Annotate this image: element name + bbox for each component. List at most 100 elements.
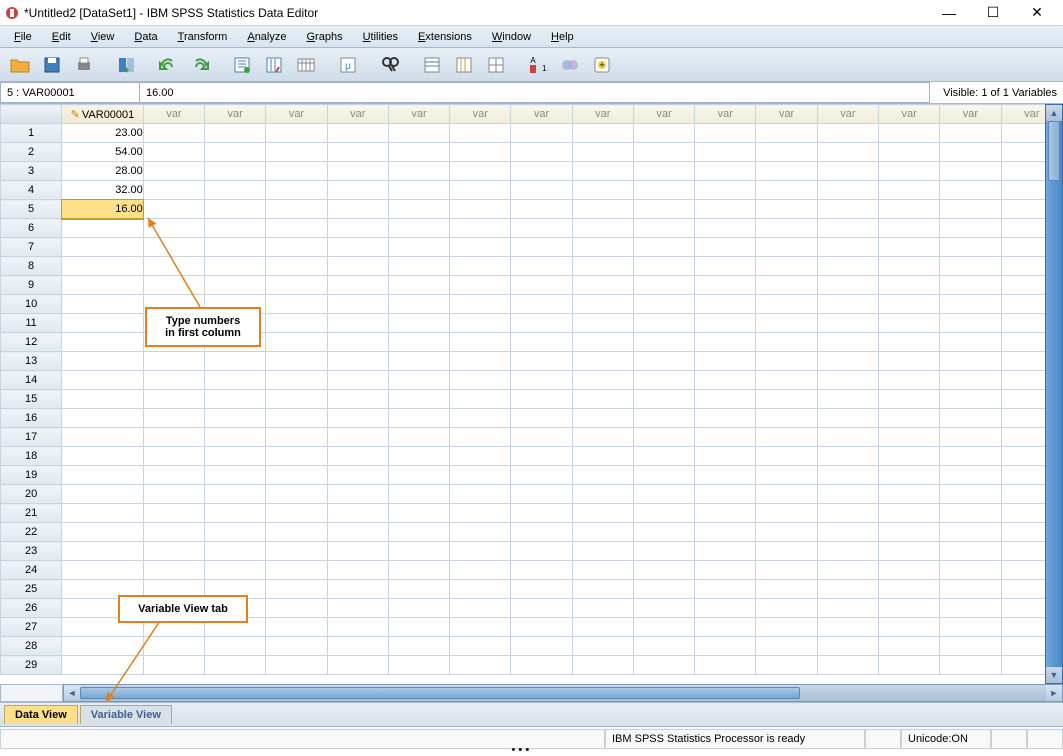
data-cell[interactable] [511,390,572,409]
data-cell[interactable]: 32.00 [62,181,144,200]
data-cell[interactable] [388,637,449,656]
data-cell[interactable] [388,561,449,580]
data-cell[interactable] [327,314,388,333]
data-cell[interactable] [205,238,266,257]
data-cell[interactable] [511,504,572,523]
row-header[interactable]: 26 [1,599,62,618]
goto-variable-icon[interactable] [260,51,288,79]
column-header-empty[interactable]: var [756,105,817,124]
data-cell[interactable] [817,447,878,466]
data-cell[interactable] [633,409,694,428]
data-cell[interactable] [756,542,817,561]
data-cell[interactable] [450,257,511,276]
column-header-empty[interactable]: var [388,105,449,124]
cell-value-box[interactable]: 16.00 [140,82,930,103]
data-cell[interactable] [450,219,511,238]
data-cell[interactable] [695,295,756,314]
menu-data[interactable]: Data [124,28,167,46]
data-cell[interactable] [695,409,756,428]
data-cell[interactable] [266,352,327,371]
data-cell[interactable] [940,143,1001,162]
split-file-icon[interactable] [482,51,510,79]
data-cell[interactable] [756,409,817,428]
data-cell[interactable] [327,409,388,428]
row-header[interactable]: 9 [1,276,62,295]
data-cell[interactable] [633,580,694,599]
data-cell[interactable] [205,523,266,542]
data-cell[interactable] [940,447,1001,466]
data-cell[interactable] [62,333,144,352]
data-cell[interactable] [940,656,1001,675]
data-cell[interactable] [266,504,327,523]
row-header[interactable]: 23 [1,542,62,561]
data-cell[interactable] [756,238,817,257]
data-cell[interactable] [695,162,756,181]
data-cell[interactable] [756,257,817,276]
data-cell[interactable] [143,542,204,561]
data-cell[interactable] [143,162,204,181]
data-cell[interactable] [511,561,572,580]
data-cell[interactable] [817,238,878,257]
data-cell[interactable] [266,542,327,561]
data-cell[interactable] [572,447,633,466]
menu-help[interactable]: Help [541,28,584,46]
data-cell[interactable] [756,295,817,314]
data-cell[interactable] [817,124,878,143]
data-cell[interactable] [327,200,388,219]
data-cell[interactable] [817,143,878,162]
data-cell[interactable] [511,200,572,219]
tab-data-view[interactable]: Data View [4,705,78,724]
data-cell[interactable] [327,219,388,238]
data-cell[interactable] [388,485,449,504]
data-cell[interactable] [388,143,449,162]
data-cell[interactable] [572,580,633,599]
data-cell[interactable] [695,124,756,143]
data-cell[interactable] [266,409,327,428]
data-cell[interactable] [266,371,327,390]
data-cell[interactable] [62,276,144,295]
horizontal-scrollbar[interactable]: ◄ ► [63,684,1063,702]
data-cell[interactable] [878,447,939,466]
data-cell[interactable] [817,276,878,295]
data-cell[interactable] [266,618,327,637]
scroll-up-arrow[interactable]: ▲ [1046,105,1062,121]
row-header[interactable]: 5 [1,200,62,219]
data-cell[interactable] [327,352,388,371]
data-cell[interactable] [878,219,939,238]
data-cell[interactable] [266,257,327,276]
data-cell[interactable] [756,314,817,333]
data-cell[interactable] [327,295,388,314]
data-cell[interactable] [266,276,327,295]
grid-corner[interactable] [1,105,62,124]
data-cell[interactable] [572,257,633,276]
data-cell[interactable] [388,333,449,352]
menu-graphs[interactable]: Graphs [296,28,352,46]
maximize-button[interactable]: ☐ [971,0,1015,26]
data-cell[interactable] [633,371,694,390]
data-cell[interactable] [756,390,817,409]
data-cell[interactable] [511,124,572,143]
data-cell[interactable] [143,276,204,295]
data-cell[interactable] [511,523,572,542]
row-header[interactable]: 3 [1,162,62,181]
data-cell[interactable] [327,276,388,295]
data-cell[interactable] [62,295,144,314]
data-cell[interactable] [572,314,633,333]
data-cell[interactable] [388,371,449,390]
row-header[interactable]: 15 [1,390,62,409]
row-header[interactable]: 25 [1,580,62,599]
data-cell[interactable] [266,466,327,485]
data-cell[interactable] [695,618,756,637]
data-cell[interactable] [572,371,633,390]
data-cell[interactable] [143,371,204,390]
data-cell[interactable] [633,181,694,200]
data-cell[interactable] [388,314,449,333]
data-cell[interactable] [940,219,1001,238]
data-cell[interactable] [205,656,266,675]
data-cell[interactable] [572,523,633,542]
data-cell[interactable] [756,428,817,447]
data-cell[interactable] [756,124,817,143]
data-cell[interactable] [511,314,572,333]
data-cell[interactable] [878,504,939,523]
data-cell[interactable] [817,618,878,637]
